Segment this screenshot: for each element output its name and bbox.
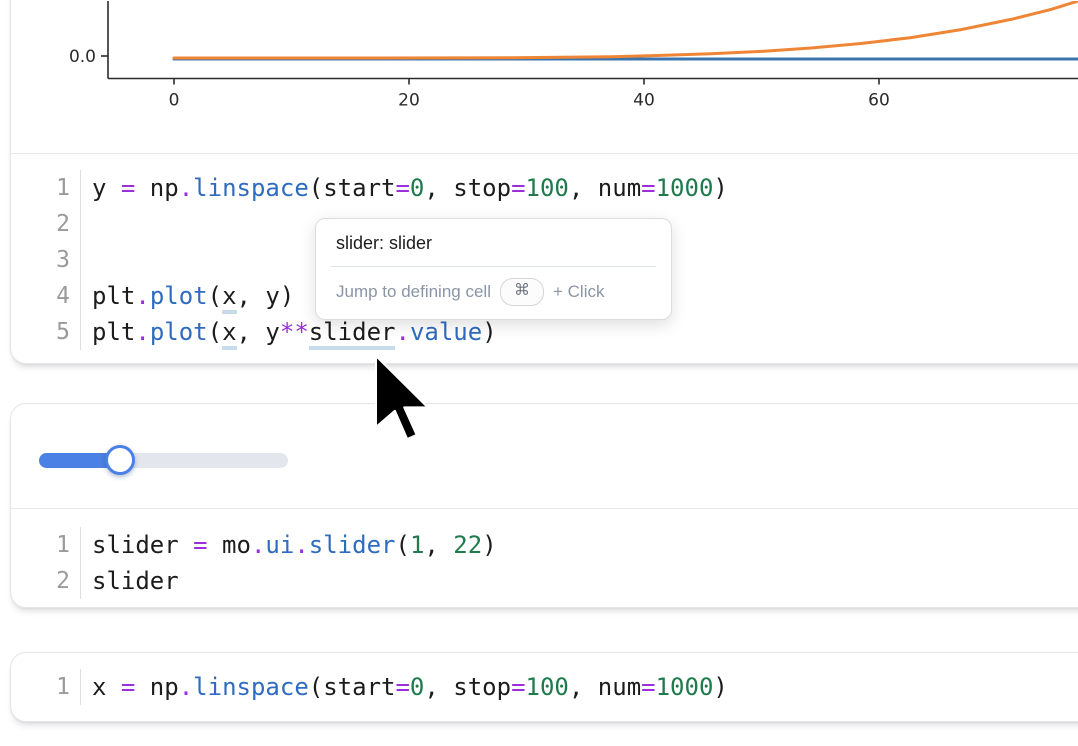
code-token: 22 — [453, 531, 482, 559]
variable-tooltip: slider: slider Jump to defining cell ⌘ +… — [315, 218, 672, 320]
code-token: (start — [309, 174, 396, 202]
code-token: plt — [92, 318, 135, 346]
code-token: slider — [92, 567, 179, 595]
code-token: ** — [280, 318, 309, 346]
code-token: x — [92, 673, 121, 701]
code-token: . — [179, 174, 193, 202]
code-token: = — [121, 174, 135, 202]
code-token: , stop — [424, 673, 511, 701]
plot-svg: 0 20 40 60 0.0 — [11, 1, 1078, 153]
code-token: slider — [92, 531, 193, 559]
code-token: . — [135, 282, 149, 310]
code-token: ( — [208, 282, 222, 310]
svg-text:40: 40 — [633, 91, 655, 111]
code-line[interactable]: 1x = np.linspace(start=0, stop=100, num=… — [11, 669, 1078, 705]
code-token: = — [395, 174, 409, 202]
code-token: (start — [309, 673, 396, 701]
line-number: 2 — [11, 563, 81, 599]
code-token: np — [135, 174, 178, 202]
code-token: = — [641, 174, 655, 202]
code-token: mo — [208, 531, 251, 559]
cmd-key-badge: ⌘ — [500, 278, 544, 306]
code-token: linspace — [193, 673, 309, 701]
variable-reference[interactable]: x — [222, 283, 236, 314]
svg-text:0: 0 — [169, 91, 180, 111]
code-token: plot — [150, 282, 208, 310]
line-number: 4 — [11, 278, 81, 314]
code-token: = — [121, 673, 135, 701]
tooltip-title: slider: slider — [316, 219, 671, 266]
code-token: = — [641, 673, 655, 701]
line-number: 2 — [11, 206, 81, 242]
code-token: , y) — [237, 282, 295, 310]
line-number: 1 — [11, 170, 81, 206]
mouse-cursor-icon — [374, 354, 432, 442]
code-token: linspace — [193, 174, 309, 202]
slider-widget[interactable] — [39, 445, 299, 475]
code-token: ) — [713, 673, 727, 701]
click-suffix: + Click — [553, 282, 604, 302]
code-token: 0 — [410, 673, 424, 701]
code-line[interactable]: 2 slider — [11, 563, 1078, 599]
jump-action-label: Jump to defining cell — [336, 282, 491, 302]
code-token: np — [135, 673, 178, 701]
code-token: . — [251, 531, 265, 559]
code-token: ) — [482, 531, 496, 559]
code-token: , stop — [424, 174, 511, 202]
code-token: = — [193, 531, 207, 559]
slider-output — [11, 404, 1078, 509]
code-token: . — [294, 531, 308, 559]
code-token: , y — [237, 318, 280, 346]
svg-text:0.0: 0.0 — [69, 47, 96, 67]
code-token: , num — [569, 174, 641, 202]
svg-text:20: 20 — [398, 91, 420, 111]
code-token: ( — [208, 318, 222, 346]
code-token: ) — [713, 174, 727, 202]
code-token: ui — [265, 531, 294, 559]
code-token: ( — [395, 531, 409, 559]
variable-reference[interactable]: x — [222, 319, 236, 350]
code-token: . — [395, 318, 409, 346]
variable-reference[interactable]: slider — [309, 319, 396, 350]
code-token: 100 — [526, 673, 569, 701]
code-token: , num — [569, 673, 641, 701]
code-token: . — [135, 318, 149, 346]
plot-output: 0 20 40 60 0.0 — [11, 0, 1078, 154]
code-token: 1 — [410, 531, 424, 559]
code-editor[interactable]: 1x = np.linspace(start=0, stop=100, num=… — [11, 653, 1078, 721]
code-token: plot — [150, 318, 208, 346]
code-token: y — [92, 174, 121, 202]
code-token: 100 — [526, 174, 569, 202]
line-number: 1 — [11, 527, 81, 563]
code-token: , — [424, 531, 453, 559]
code-token: plt — [92, 282, 135, 310]
code-line[interactable]: 1slider = mo.ui.slider(1, 22) — [11, 527, 1078, 563]
line-number: 1 — [11, 669, 81, 705]
code-token: slider — [309, 531, 396, 559]
code-line[interactable]: 1y = np.linspace(start=0, stop=100, num=… — [11, 170, 1078, 206]
notebook-cell-slider: 1slider = mo.ui.slider(1, 22)2slider — [10, 403, 1078, 608]
line-number: 5 — [11, 314, 81, 350]
slider-handle[interactable] — [105, 445, 135, 475]
notebook-cell-x: 1x = np.linspace(start=0, stop=100, num=… — [10, 652, 1078, 722]
code-token: = — [395, 673, 409, 701]
code-token: value — [410, 318, 482, 346]
code-token: 1000 — [656, 673, 714, 701]
line-number: 3 — [11, 242, 81, 278]
code-token: 1000 — [656, 174, 714, 202]
code-token: 0 — [410, 174, 424, 202]
code-token: = — [511, 673, 525, 701]
code-editor[interactable]: 1slider = mo.ui.slider(1, 22)2slider — [11, 509, 1078, 609]
code-token: = — [511, 174, 525, 202]
code-token: . — [179, 673, 193, 701]
svg-text:60: 60 — [868, 91, 890, 111]
code-token: ) — [482, 318, 496, 346]
